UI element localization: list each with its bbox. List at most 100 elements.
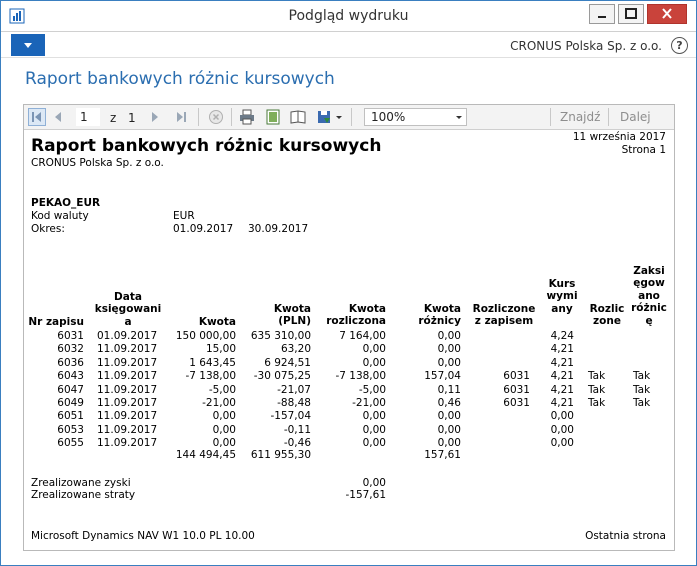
- page-title: Raport bankowych różnic kursowych: [25, 69, 335, 89]
- cell-nr: 6036: [57, 356, 84, 369]
- cell-amount-pln: 63,20: [280, 343, 311, 356]
- cell-diff: 0,00: [437, 410, 461, 423]
- cell-amount: 0,00: [212, 423, 236, 436]
- cell-posted: Tak: [633, 370, 651, 383]
- footer-last-page: Ostatnia strona: [585, 530, 666, 542]
- stop-icon[interactable]: [207, 108, 225, 126]
- first-page-icon[interactable]: [28, 108, 46, 126]
- next-button[interactable]: Dalej: [620, 110, 651, 124]
- export-icon[interactable]: [316, 108, 332, 126]
- report-title: Raport bankowych różnic kursowych: [31, 136, 382, 156]
- toolbar-separator: [231, 108, 232, 126]
- cell-settled: Tak: [588, 397, 606, 409]
- report-viewer: 1 z 1 100% Znajdź Dalej Raport bankowych…: [23, 104, 675, 551]
- cell-nr: 6049: [57, 397, 84, 409]
- cell-settled-amount: 0,00: [362, 437, 386, 450]
- cell-nr: 6031: [57, 330, 84, 342]
- cell-amount-pln: -30 075,25: [253, 370, 311, 383]
- zoom-select[interactable]: 100%: [364, 108, 467, 126]
- cell-diff: 0,00: [437, 356, 461, 369]
- cell-rate: 4,21: [550, 343, 574, 356]
- cell-settled: Tak: [588, 383, 606, 396]
- cell-rate: 4,24: [550, 330, 574, 342]
- bank-account: PEKAO_EUR: [31, 197, 101, 209]
- application-menu-button[interactable]: [11, 34, 45, 56]
- title-bar: Podgląd wydruku: [1, 1, 696, 32]
- realized-losses-value: -157,61: [345, 489, 386, 501]
- period-label: Okres:: [31, 223, 65, 235]
- minimize-button[interactable]: [589, 4, 615, 24]
- cell-posted: Tak: [633, 397, 651, 409]
- toolbar-separator: [351, 108, 352, 126]
- maximize-icon: [625, 8, 637, 19]
- minimize-icon: [598, 16, 606, 18]
- zoom-value: 100%: [371, 110, 406, 124]
- print-icon[interactable]: [238, 108, 256, 126]
- print-preview-window: Podgląd wydruku CRONUS Polska Sp. z o.o.…: [0, 0, 697, 566]
- cell-rate: 4,21: [550, 370, 574, 383]
- cell-settled-with: 6031: [503, 383, 530, 396]
- cell-rate: 0,00: [550, 437, 574, 450]
- total-pages: 1: [128, 111, 136, 125]
- cell-amount: 15,00: [205, 343, 236, 356]
- print-layout-icon[interactable]: [264, 108, 282, 126]
- toolbar-separator: [550, 108, 551, 126]
- page-setup-icon[interactable]: [289, 108, 307, 126]
- command-bar: CRONUS Polska Sp. z o.o. ?: [1, 33, 696, 58]
- report-date: 11 września 2017: [572, 131, 666, 143]
- cell-amount-pln: -157,04: [270, 410, 311, 423]
- cell-amount: -5,00: [208, 383, 236, 396]
- col-header-settled-with: Rozliczone z zapisem: [472, 303, 536, 328]
- cell-nr: 6051: [57, 410, 84, 423]
- cell-settled-amount: -5,00: [358, 383, 386, 396]
- cell-rate: 4,21: [550, 397, 574, 409]
- currency-value: EUR: [173, 210, 195, 222]
- total-amount: 144 494,45: [175, 449, 236, 461]
- cell-posted: Tak: [633, 383, 651, 396]
- find-button[interactable]: Znajdź: [560, 110, 600, 124]
- cell-settled-amount: 0,00: [362, 356, 386, 369]
- period-to: 30.09.2017: [248, 223, 309, 235]
- toolbar-separator: [198, 108, 199, 126]
- cell-amount: -21,00: [202, 397, 236, 409]
- cell-settled-amount: 7 164,00: [339, 330, 386, 342]
- col-header-amount-pln: Kwota (PLN): [273, 303, 311, 328]
- cell-amount-pln: 635 310,00: [250, 330, 311, 342]
- cell-diff: 0,11: [437, 383, 461, 396]
- realized-losses-label: Zrealizowane straty: [31, 489, 136, 501]
- next-page-icon[interactable]: [148, 108, 162, 126]
- col-header-nr: Nr zapisu: [28, 316, 84, 328]
- last-page-icon[interactable]: [174, 108, 190, 126]
- cell-settled-amount: -7 138,00: [335, 370, 386, 383]
- cell-nr: 6032: [57, 343, 84, 356]
- cell-diff: 157,04: [424, 370, 461, 383]
- col-header-settled: Rozlic zone: [589, 303, 625, 328]
- close-icon: [662, 8, 672, 19]
- cell-rate: 4,21: [550, 356, 574, 369]
- chevron-down-icon: [456, 116, 462, 119]
- of-label: z: [110, 111, 117, 125]
- close-button[interactable]: [647, 4, 687, 24]
- cell-nr: 6053: [57, 423, 84, 436]
- help-button[interactable]: ?: [671, 37, 688, 54]
- maximize-button[interactable]: [618, 4, 644, 24]
- current-page-input[interactable]: 1: [76, 108, 100, 126]
- cell-amount: 0,00: [212, 410, 236, 423]
- currency-label: Kod waluty: [31, 210, 89, 222]
- period-from: 01.09.2017: [173, 223, 234, 235]
- col-header-rate: Kurs wymi any: [546, 278, 578, 315]
- cell-amount-pln: -0,11: [283, 423, 311, 436]
- report-toolbar: 1 z 1 100% Znajdź Dalej: [24, 105, 674, 130]
- cell-amount: 1 643,45: [189, 356, 236, 369]
- cell-settled-with: 6031: [503, 397, 530, 409]
- cell-rate: 0,00: [550, 410, 574, 423]
- export-dropdown-icon[interactable]: [334, 108, 344, 126]
- cell-diff: 0,00: [437, 330, 461, 342]
- cell-nr: 6055: [57, 437, 84, 450]
- previous-page-icon[interactable]: [51, 108, 65, 126]
- cell-diff: 0,00: [437, 343, 461, 356]
- cell-diff: 0,46: [437, 397, 461, 409]
- chevron-down-icon: [24, 43, 32, 48]
- total-diff: 157,61: [424, 449, 461, 461]
- col-header-diff-amount: Kwota różnicy: [418, 303, 461, 328]
